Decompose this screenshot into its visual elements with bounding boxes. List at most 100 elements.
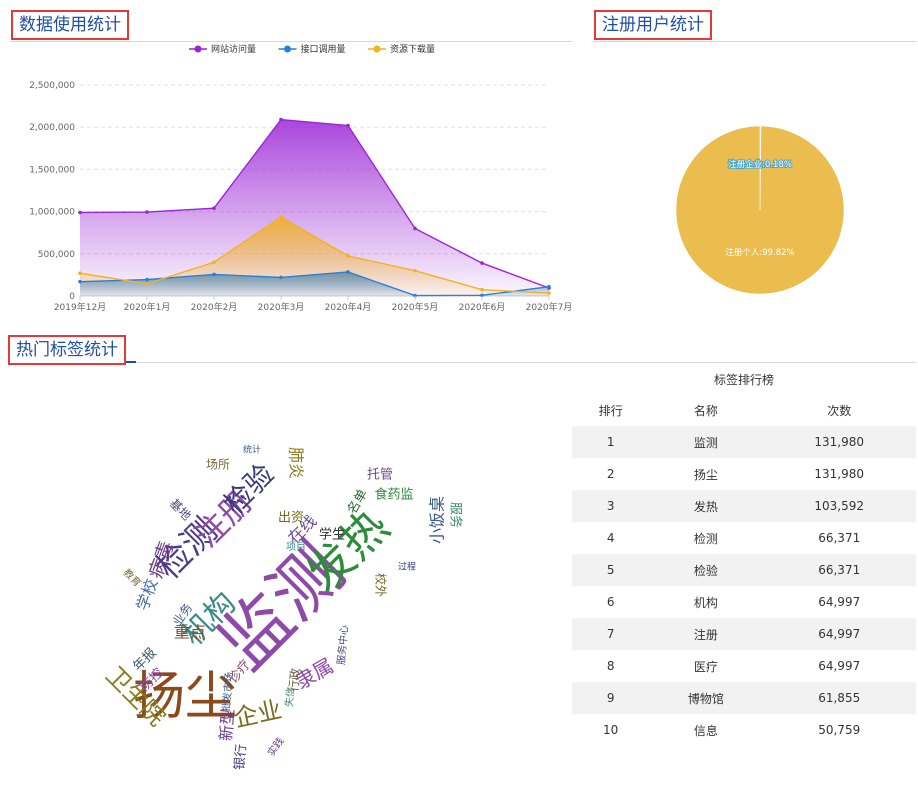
rank-cell: 8 bbox=[606, 659, 615, 673]
header-rank: 排行 bbox=[598, 403, 623, 418]
table-row: 7 注册 64,997 bbox=[572, 618, 916, 650]
tag-word: 新型 bbox=[216, 708, 238, 742]
tag-count-cell: 64,997 bbox=[818, 595, 861, 609]
tag-name-cell: 机构 bbox=[693, 595, 718, 610]
y-tick-label: 2,000,000 bbox=[29, 123, 75, 133]
tag-count-cell: 66,371 bbox=[762, 554, 916, 586]
users-pie-chart: 注册企业:0.18% 注册个人:99.82% bbox=[675, 125, 845, 295]
tag-count-cell: 61,855 bbox=[762, 682, 916, 714]
x-tick-label: 2020年3月 bbox=[258, 301, 305, 313]
table-row: 9 博物馆 61,855 bbox=[572, 682, 916, 714]
y-tick-label: 0 bbox=[69, 292, 75, 302]
tag-name-cell: 博物馆 bbox=[649, 682, 763, 714]
series-point bbox=[145, 281, 149, 286]
table-row: 1 监测 131,980 bbox=[572, 426, 916, 458]
x-tick-label: 2020年2月 bbox=[191, 301, 238, 313]
table-header-row: 排行 名称 次数 bbox=[572, 394, 916, 426]
series-point bbox=[145, 277, 149, 282]
tag-word: 食药监 bbox=[374, 487, 413, 503]
tag-name-cell: 信息 bbox=[693, 723, 718, 738]
tag-word: 过程 bbox=[398, 561, 416, 573]
usage-line-chart: 2019年12月 2020年1月 2020年2月 2020年3月 2020年4月 2020… bbox=[29, 43, 572, 313]
tag-name-cell: 扬尘 bbox=[693, 467, 718, 482]
usage-section-title: 数据使用统计 bbox=[11, 10, 129, 40]
table-row: 4 检测 66,371 bbox=[572, 522, 916, 554]
users-section-title: 注册用户统计 bbox=[594, 10, 712, 40]
tag-word: 小饭桌 bbox=[428, 496, 447, 544]
tag-word: 银行 bbox=[232, 743, 249, 770]
tag-word: 项目 bbox=[286, 541, 306, 553]
tag-name-cell: 发热 bbox=[649, 490, 763, 522]
x-tick-label: 2020年5月 bbox=[392, 301, 439, 313]
table-row: 5 检验 66,371 bbox=[572, 554, 916, 586]
tag-count-cell: 50,759 bbox=[818, 723, 861, 737]
series-point bbox=[480, 287, 484, 292]
tag-name-cell: 医疗 bbox=[693, 659, 718, 674]
tag-name-cell: 检测 bbox=[693, 531, 718, 546]
legend-label: 接口调用量 bbox=[301, 43, 346, 55]
tag-word: 出资 bbox=[278, 511, 304, 526]
series-point bbox=[78, 210, 82, 215]
tag-word: 肺炎 bbox=[287, 447, 306, 479]
header-name: 名称 bbox=[693, 403, 718, 418]
table-row: 3 发热 103,592 bbox=[572, 490, 916, 522]
x-tick-label: 2020年4月 bbox=[325, 301, 372, 313]
legend-marker bbox=[284, 45, 291, 53]
table-row: 8 医疗 64,997 bbox=[572, 650, 916, 682]
rank-cell: 6 bbox=[606, 595, 615, 609]
tag-word: 统计 bbox=[243, 444, 261, 456]
legend-label: 资源下载量 bbox=[390, 43, 435, 55]
series-point bbox=[212, 260, 216, 265]
series-point bbox=[212, 272, 216, 277]
rank-cell: 10 bbox=[603, 723, 619, 737]
tag-name-cell: 监测 bbox=[649, 426, 763, 458]
tag-count-cell: 103,592 bbox=[762, 490, 916, 522]
legend-marker bbox=[373, 45, 381, 53]
tag-word: 服务中心 bbox=[334, 624, 350, 665]
series-point bbox=[547, 291, 551, 295]
rank-cell: 1 bbox=[572, 426, 650, 458]
series-point bbox=[212, 206, 216, 211]
tag-word-cloud: 监测扬尘发热检测注册检验机构卫生院 企业病毒学校重点在线学生托管食药监名单肺炎场所… bbox=[100, 444, 464, 771]
tag-count-cell: 66,371 bbox=[818, 531, 861, 545]
rank-cell: 3 bbox=[572, 490, 650, 522]
tags-section-title: 热门标签统计 bbox=[8, 335, 126, 365]
pie-label: 注册个人:99.82% bbox=[725, 247, 794, 258]
y-tick-label: 2,500,000 bbox=[29, 81, 75, 91]
tag-word: 场所 bbox=[206, 458, 230, 472]
tag-word: 企业 bbox=[231, 695, 284, 732]
table-row: 2 扬尘 131,980 bbox=[572, 458, 916, 490]
tag-ranking-table: 排行 名称 次数 1 监测 131,980 2 扬尘 131,980 3 发热 … bbox=[572, 394, 916, 746]
tags-section-divider bbox=[10, 362, 916, 363]
series-point bbox=[279, 117, 283, 122]
tag-name-cell: 检验 bbox=[649, 554, 763, 586]
pie-label: 注册企业:0.18% bbox=[728, 159, 792, 170]
x-tick-label: 2020年6月 bbox=[459, 301, 506, 313]
series-point bbox=[279, 275, 283, 280]
rank-cell: 2 bbox=[606, 467, 615, 481]
tag-count-cell: 131,980 bbox=[762, 426, 916, 458]
tag-word: 服务 bbox=[448, 502, 464, 528]
tag-count-cell: 131,980 bbox=[814, 467, 865, 481]
tag-word: 实践 bbox=[265, 735, 287, 759]
rank-cell: 9 bbox=[572, 682, 650, 714]
rank-cell: 5 bbox=[572, 554, 650, 586]
series-point bbox=[279, 215, 283, 219]
tag-word: 失信 bbox=[282, 686, 297, 707]
series-point bbox=[547, 284, 551, 289]
series-point bbox=[346, 270, 350, 274]
users-section-divider bbox=[593, 41, 916, 42]
table-row: 10 信息 50,759 bbox=[572, 714, 916, 746]
tag-name-cell: 注册 bbox=[649, 618, 763, 650]
y-tick-label: 1,500,000 bbox=[29, 165, 75, 175]
tag-word: 校外 bbox=[374, 573, 389, 597]
pie-slice bbox=[675, 125, 845, 295]
series-point bbox=[346, 254, 350, 258]
x-tick-label: 2020年1月 bbox=[124, 301, 171, 313]
legend-marker bbox=[194, 45, 202, 53]
table-row: 6 机构 64,997 bbox=[572, 586, 916, 618]
x-tick-label: 2019年12月 bbox=[54, 301, 106, 313]
y-tick-label: 500,000 bbox=[38, 250, 75, 260]
tag-ranking-title: 标签排行榜 bbox=[713, 373, 774, 387]
y-tick-label: 1,000,000 bbox=[29, 208, 75, 218]
